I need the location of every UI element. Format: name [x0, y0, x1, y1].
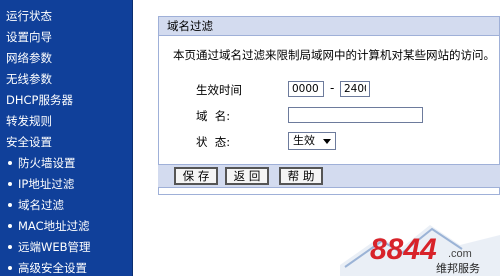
- watermark-logo: 8844 .com 维邦服务: [340, 215, 500, 276]
- bullet-icon: [8, 265, 12, 270]
- bullet-icon: [8, 244, 12, 249]
- sidebar-item-label: IP地址过滤: [18, 177, 75, 191]
- status-label: 状 态:: [196, 135, 231, 149]
- sidebar-item-label: 远端WEB管理: [18, 240, 91, 254]
- sidebar-item-wireless[interactable]: 无线参数: [6, 72, 52, 86]
- sidebar-item-advanced-security[interactable]: 高级安全设置: [8, 261, 87, 275]
- sidebar-item-label: MAC地址过滤: [18, 219, 90, 233]
- bullet-icon: [8, 223, 12, 228]
- sidebar-item-remote-web[interactable]: 远端WEB管理: [8, 240, 91, 254]
- sidebar-nav: 运行状态 设置向导 网络参数 无线参数 DHCP服务器 转发规则 安全设置 防火…: [0, 0, 133, 276]
- back-button[interactable]: 返 回: [225, 167, 269, 185]
- time-separator: -: [330, 81, 335, 95]
- sidebar-item-forwarding[interactable]: 转发规则: [6, 114, 52, 128]
- sidebar-item-domain-filter[interactable]: 域名过滤: [8, 198, 64, 212]
- sidebar-item-label: 高级安全设置: [18, 261, 87, 275]
- time-start-input[interactable]: [288, 81, 324, 97]
- sidebar-item-mac-filter[interactable]: MAC地址过滤: [8, 219, 90, 233]
- sidebar-item-network[interactable]: 网络参数: [6, 51, 52, 65]
- save-button[interactable]: 保 存: [174, 167, 218, 185]
- sidebar-item-status[interactable]: 运行状态: [6, 9, 52, 23]
- svg-text:.com: .com: [448, 248, 472, 260]
- sidebar-item-label: 防火墙设置: [18, 156, 76, 170]
- sidebar-item-dhcp[interactable]: DHCP服务器: [6, 93, 73, 107]
- watermark-subtext: 维邦服务: [436, 262, 480, 275]
- sidebar-item-wizard[interactable]: 设置向导: [6, 30, 52, 44]
- chevron-down-icon: [323, 139, 331, 144]
- sidebar-item-security[interactable]: 安全设置: [6, 135, 52, 149]
- bullet-icon: [8, 181, 12, 186]
- time-end-input[interactable]: [340, 81, 370, 97]
- bullet-icon: [8, 160, 12, 165]
- status-select[interactable]: 生效: [288, 132, 336, 150]
- domain-label: 域 名:: [196, 109, 231, 123]
- sidebar-item-ip-filter[interactable]: IP地址过滤: [8, 177, 74, 191]
- bullet-icon: [8, 202, 12, 207]
- sidebar-item-label: 域名过滤: [18, 198, 64, 212]
- help-button[interactable]: 帮 助: [279, 167, 323, 185]
- svg-text:8844: 8844: [370, 233, 437, 266]
- sidebar-item-firewall[interactable]: 防火墙设置: [8, 156, 76, 170]
- status-select-value: 生效: [293, 134, 315, 147]
- time-label: 生效时间: [196, 83, 242, 97]
- domain-input[interactable]: [288, 107, 423, 123]
- panel-title: 域名过滤: [158, 16, 500, 36]
- panel-description: 本页通过域名过滤来限制局域网中的计算机对某些网站的访问。: [173, 48, 495, 62]
